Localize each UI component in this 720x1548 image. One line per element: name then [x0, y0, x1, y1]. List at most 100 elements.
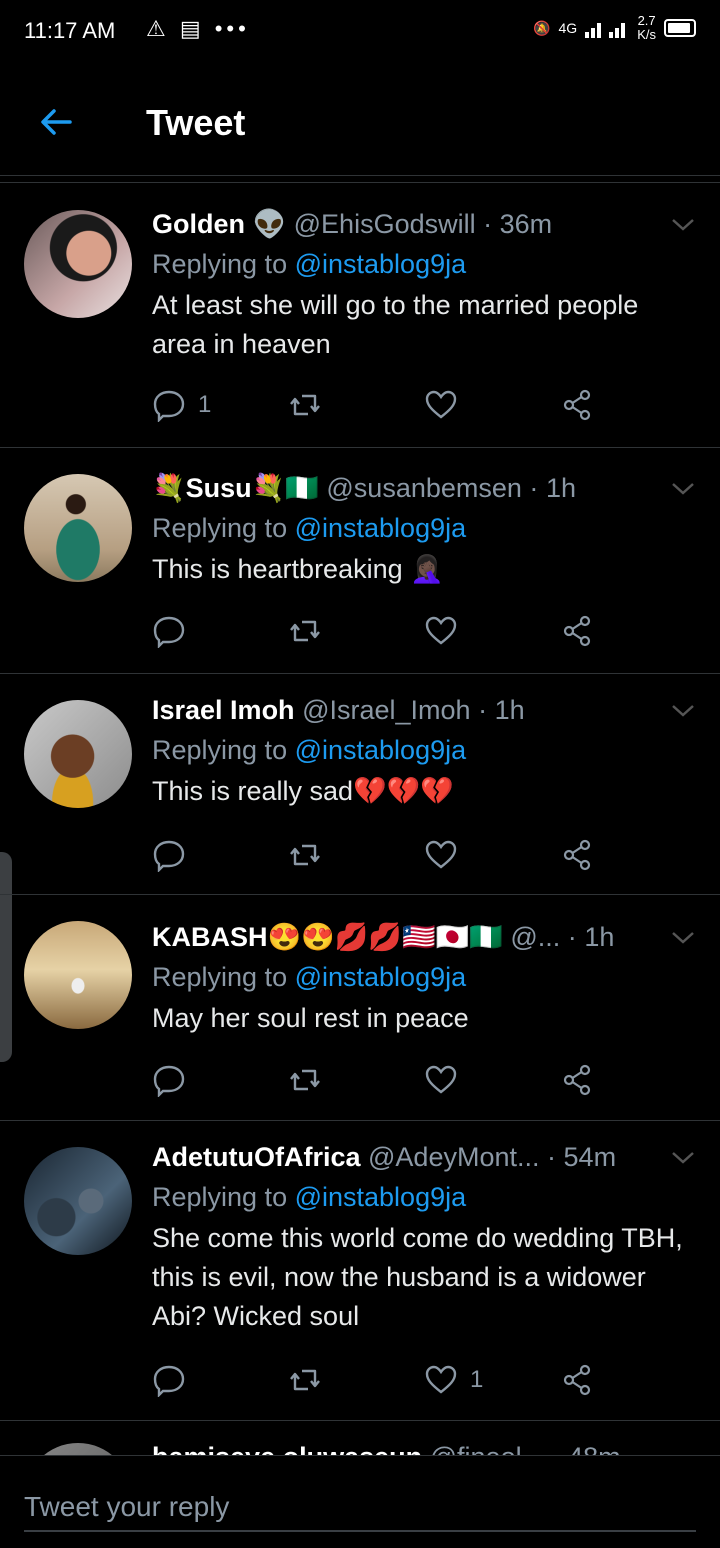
separator-dot: · [478, 695, 488, 725]
tweet-item[interactable]: Israel Imoh @Israel_Imoh · 1h Replying t… [0, 674, 720, 895]
tweet-item[interactable]: KABASH😍😍💋💋🇱🇷🇯🇵🇳🇬 @... · 1h Replying to @… [0, 895, 720, 1121]
avatar[interactable] [24, 210, 132, 318]
share-icon [563, 389, 591, 421]
retweet-icon [290, 1069, 320, 1091]
tweet-text: May her soul rest in peace [152, 1003, 469, 1033]
tweet-text: This is heartbreaking 🤦🏿‍♀️ [152, 554, 444, 584]
tweet-author-name[interactable]: Golden 👽 [152, 209, 286, 239]
status-time: 11:17 AM [24, 18, 116, 43]
reply-button[interactable] [152, 838, 288, 872]
share-icon [563, 839, 591, 871]
reply-button[interactable] [152, 1363, 288, 1397]
tweet-author-handle[interactable]: @AdeyMont... [368, 1142, 539, 1172]
retweet-button[interactable] [288, 388, 424, 422]
chevron-down-icon[interactable] [670, 927, 696, 947]
retweet-button[interactable] [288, 1363, 424, 1397]
retweet-button[interactable] [288, 1063, 424, 1097]
tweet-actions: 1 [152, 1363, 696, 1397]
tweet-time: 1h [494, 695, 525, 725]
tweet-item[interactable]: Golden 👽 @EhisGodswill · 36m Replying to… [0, 184, 720, 448]
replying-to: Replying to @instablog9ja [152, 513, 467, 543]
share-button[interactable] [560, 1063, 696, 1097]
tweet-time: 54m [563, 1142, 617, 1172]
separator-dot: · [529, 473, 539, 503]
tweet-author-handle[interactable]: @susanbemsen [326, 473, 522, 503]
retweet-icon [290, 844, 320, 866]
divider [0, 182, 720, 183]
like-button[interactable] [424, 614, 560, 648]
like-button[interactable] [424, 388, 560, 422]
avatar[interactable] [24, 1147, 132, 1255]
reply-button[interactable] [152, 614, 288, 648]
top-app-bar: Tweet [0, 64, 720, 176]
separator-dot: · [547, 1142, 557, 1172]
share-button[interactable] [560, 388, 696, 422]
replying-to: Replying to @instablog9ja [152, 249, 467, 279]
avatar[interactable] [24, 700, 132, 808]
tweet-time: 1h [545, 473, 576, 503]
reply-icon [153, 390, 185, 422]
tweet-text: At least she will go to the married peop… [152, 290, 639, 359]
like-button[interactable]: 1 [424, 1363, 560, 1397]
reply-icon [153, 840, 185, 872]
replying-to: Replying to @instablog9ja [152, 962, 467, 992]
tweet-actions [152, 838, 696, 872]
tweet-author-name[interactable]: 💐Susu💐🇳🇬 [152, 473, 319, 503]
share-button[interactable] [560, 1363, 696, 1397]
heart-icon [425, 616, 457, 645]
reply-composer [0, 1455, 720, 1548]
retweet-button[interactable] [288, 614, 424, 648]
avatar[interactable] [24, 474, 132, 582]
retweet-icon [290, 1369, 320, 1391]
mention-link[interactable]: @instablog9ja [295, 1182, 467, 1212]
battery-icon [664, 19, 696, 37]
reply-button[interactable] [152, 1063, 288, 1097]
tweet-text: This is really sad💔💔💔 [152, 776, 454, 806]
network-speed: 2.7 K/s [637, 13, 656, 42]
reply-count: 1 [198, 391, 212, 418]
share-button[interactable] [560, 838, 696, 872]
page-title: Tweet [146, 102, 246, 143]
tweet-item[interactable]: AdetutuOfAfrica @AdeyMont... · 54m Reply… [0, 1121, 720, 1421]
retweet-button[interactable] [288, 838, 424, 872]
network-label: 4G [558, 20, 578, 36]
separator-dot: · [567, 922, 577, 952]
chevron-down-icon[interactable] [670, 214, 696, 234]
heart-icon [425, 1065, 457, 1094]
share-icon [563, 1064, 591, 1096]
tweet-item[interactable]: 💐Susu💐🇳🇬 @susanbemsen · 1h Replying to @… [0, 448, 720, 674]
chevron-down-icon[interactable] [670, 700, 696, 720]
tweet-actions [152, 1063, 696, 1097]
mention-link[interactable]: @instablog9ja [295, 735, 467, 765]
mention-link[interactable]: @instablog9ja [295, 513, 467, 543]
heart-icon [425, 390, 457, 419]
tweet-author-handle[interactable]: @EhisGodswill [294, 209, 476, 239]
tweet-time: 1h [584, 922, 615, 952]
reply-input[interactable] [24, 1484, 696, 1532]
like-button[interactable] [424, 1063, 560, 1097]
like-button[interactable] [424, 838, 560, 872]
tweet-actions [152, 614, 696, 648]
chevron-down-icon[interactable] [670, 478, 696, 498]
tweet-time: 36m [499, 209, 553, 239]
heart-icon [425, 840, 457, 869]
replying-to: Replying to @instablog9ja [152, 1182, 467, 1212]
tweet-author-handle[interactable]: @... [510, 922, 560, 952]
tweet-author-handle[interactable]: @Israel_Imoh [302, 695, 470, 725]
reply-icon [153, 1065, 185, 1097]
tweet-actions: 1 [152, 388, 696, 422]
mute-icon: 🔕 [533, 19, 551, 36]
mention-link[interactable]: @instablog9ja [295, 962, 467, 992]
mention-link[interactable]: @instablog9ja [295, 249, 467, 279]
avatar[interactable] [24, 921, 132, 1029]
replying-to: Replying to @instablog9ja [152, 735, 467, 765]
tweet-author-name[interactable]: KABASH😍😍💋💋🇱🇷🇯🇵🇳🇬 [152, 922, 503, 952]
tweet-author-name[interactable]: Israel Imoh [152, 695, 295, 725]
chevron-down-icon[interactable] [670, 1147, 696, 1167]
signal-icon [585, 23, 626, 38]
tweet-author-name[interactable]: AdetutuOfAfrica [152, 1142, 361, 1172]
share-button[interactable] [560, 614, 696, 648]
separator-dot: · [483, 209, 493, 239]
reply-button[interactable]: 1 [152, 388, 288, 422]
back-arrow-icon[interactable] [36, 102, 76, 142]
